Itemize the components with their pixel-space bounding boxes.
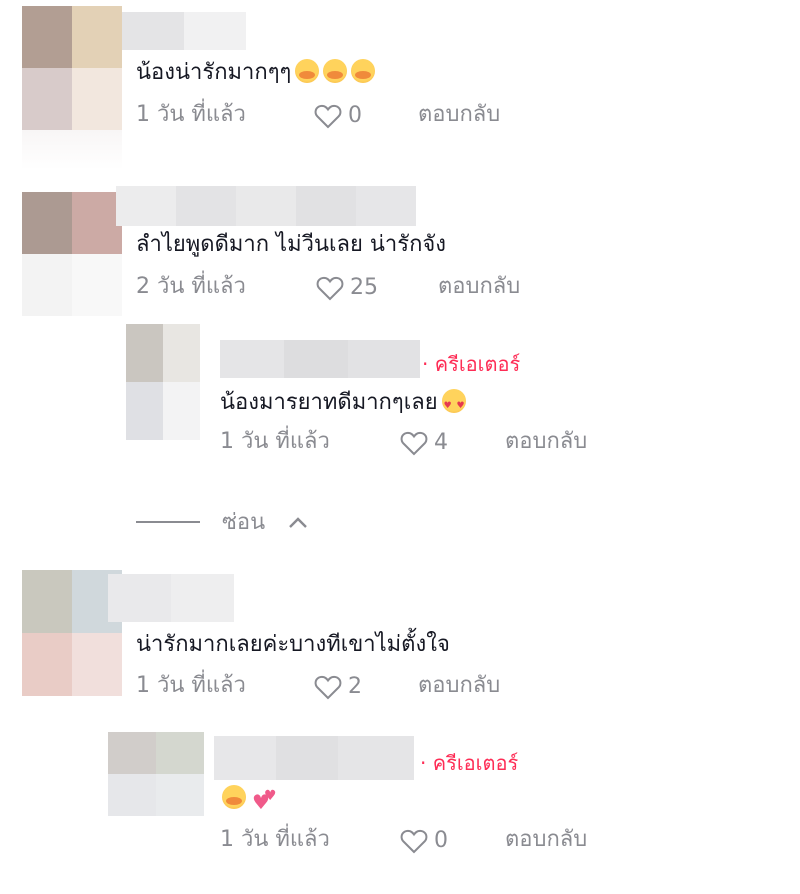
username-redacted[interactable]	[108, 574, 234, 622]
heart-outline-icon	[316, 276, 344, 301]
hug-emoji-icon	[323, 59, 348, 83]
avatar[interactable]	[108, 732, 204, 816]
reply-button[interactable]: ตอบกลับ	[438, 272, 520, 302]
username-redacted[interactable]	[214, 736, 414, 780]
creator-badge: · ครีเอเตอร์	[422, 352, 521, 376]
reply-button[interactable]: ตอบกลับ	[418, 671, 500, 701]
username-redacted[interactable]	[220, 340, 420, 378]
like-count: 25	[350, 275, 378, 300]
hide-replies-button[interactable]: ซ่อน	[136, 504, 309, 539]
like-count: 2	[348, 674, 362, 699]
hug-emoji-icon	[351, 59, 376, 83]
heart-outline-icon	[314, 675, 342, 700]
like-count: 0	[434, 828, 448, 853]
hide-label: ซ่อน	[222, 510, 266, 535]
username-redacted[interactable]	[116, 186, 416, 226]
like-button[interactable]: 25	[316, 273, 378, 303]
like-button[interactable]: 0	[400, 826, 448, 856]
heart-eyes-emoji-icon	[441, 389, 466, 421]
two-hearts-emoji-icon	[250, 781, 278, 817]
comment-time: 1 วัน ที่แล้ว	[136, 673, 246, 698]
hug-emoji-icon	[222, 785, 246, 809]
divider	[136, 520, 200, 523]
avatar[interactable]	[22, 6, 122, 130]
reply-time: 1 วัน ที่แล้ว	[220, 429, 330, 454]
comment-time: 2 วัน ที่แล้ว	[136, 274, 246, 299]
avatar[interactable]	[22, 192, 122, 316]
like-button[interactable]: 4	[400, 428, 448, 458]
username-redacted[interactable]	[122, 12, 246, 50]
avatar[interactable]	[22, 570, 122, 696]
heart-outline-icon	[314, 104, 342, 129]
like-button[interactable]: 2	[314, 672, 362, 702]
reply-text	[222, 781, 278, 817]
heart-outline-icon	[400, 431, 428, 456]
comment-text: น้องน่ารักมากๆๆ	[136, 58, 376, 88]
comment-text: ลำไยพูดดีมาก ไม่วีนเลย น่ารักจัง	[136, 232, 447, 257]
creator-badge: · ครีเอเตอร์	[420, 751, 519, 775]
like-count: 0	[348, 103, 362, 128]
reply-time: 1 วัน ที่แล้ว	[220, 827, 330, 852]
heart-outline-icon	[400, 829, 428, 854]
reply-text: น้องมารยาทดีมากๆเลย	[220, 388, 466, 421]
reply-button[interactable]: ตอบกลับ	[418, 100, 500, 130]
like-count: 4	[434, 430, 448, 455]
comment-time: 1 วัน ที่แล้ว	[136, 102, 246, 127]
comment-text: น่ารักมากเลยค่ะบางทีเขาไม่ตั้งใจ	[136, 632, 450, 657]
reply-button[interactable]: ตอบกลับ	[505, 825, 587, 855]
avatar-fade	[22, 130, 122, 170]
chevron-up-icon	[289, 516, 308, 528]
like-button[interactable]: 0	[314, 101, 362, 131]
reply-button[interactable]: ตอบกลับ	[505, 427, 587, 457]
hug-emoji-icon	[295, 59, 320, 83]
avatar[interactable]	[126, 324, 200, 440]
